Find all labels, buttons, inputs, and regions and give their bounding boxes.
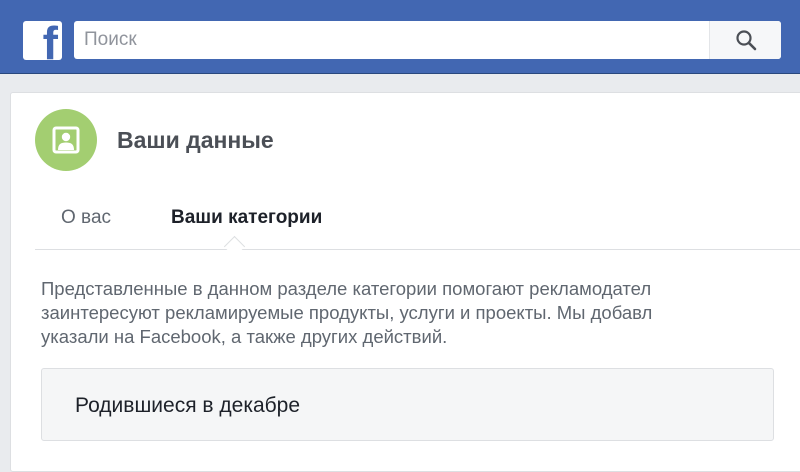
tab-about-you[interactable]: О вас [61, 207, 111, 229]
tab-bar: О вас Ваши категории [35, 193, 800, 250]
your-info-card: Ваши данные О вас Ваши категории Предста… [10, 92, 800, 472]
search-bar [74, 21, 781, 59]
facebook-logo[interactable]: f [23, 21, 62, 60]
person-portrait-icon [52, 126, 80, 154]
facebook-logo-letter: f [42, 21, 58, 60]
categories-description: Представленные в данном разделе категори… [41, 277, 800, 349]
category-item[interactable]: Родившиеся в декабре [41, 368, 774, 441]
description-line: Представленные в данном разделе категори… [41, 278, 652, 299]
category-label: Родившиеся в декабре [75, 394, 301, 417]
magnifier-icon [735, 30, 756, 51]
description-line: заинтересуют рекламируемые продукты, усл… [41, 302, 653, 323]
top-navigation-bar: f [0, 0, 800, 74]
search-button[interactable] [709, 21, 781, 59]
description-line: указали на Facebook, а также других дейс… [41, 326, 448, 347]
avatar [35, 109, 97, 171]
page-title: Ваши данные [117, 127, 274, 153]
tab-your-categories[interactable]: Ваши категории [171, 207, 322, 229]
search-input[interactable] [74, 21, 707, 59]
